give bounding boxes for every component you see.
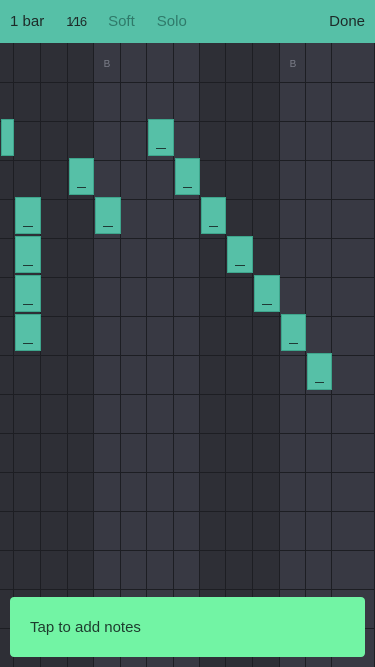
grid-row-divider (0, 511, 375, 512)
grid-row-divider (0, 550, 375, 551)
hint-toast: Tap to add notes (10, 597, 365, 657)
solo-toggle[interactable]: Solo (157, 13, 187, 30)
step-resolution-button[interactable]: 1⁄16 (66, 14, 87, 29)
grid-row-divider (0, 316, 375, 317)
note-grid[interactable]: BB (0, 43, 375, 667)
toolbar: 1 bar 1⁄16 Soft Solo Done (0, 0, 375, 43)
note-cell[interactable] (15, 314, 41, 351)
grid-row-divider (0, 433, 375, 434)
beat-marker: B (289, 59, 297, 70)
grid-row-divider (0, 589, 375, 590)
beat-marker: B (103, 59, 111, 70)
done-button[interactable]: Done (329, 13, 365, 30)
note-cell[interactable] (307, 353, 332, 390)
note-cell[interactable] (254, 275, 280, 312)
grid-row-divider (0, 394, 375, 395)
step-sequencer-screen: 1 bar 1⁄16 Soft Solo Done BB Tap to add … (0, 0, 375, 667)
grid-row-divider (0, 277, 375, 278)
grid-row-divider (0, 121, 375, 122)
note-cell[interactable] (148, 119, 174, 156)
note-cell[interactable] (69, 158, 94, 195)
bar-length-button[interactable]: 1 bar (10, 13, 44, 30)
note-cell[interactable] (281, 314, 306, 351)
note-cell[interactable] (15, 236, 41, 273)
note-cell[interactable] (175, 158, 200, 195)
note-cell[interactable] (201, 197, 226, 234)
grid-row-divider (0, 472, 375, 473)
note-cell[interactable] (1, 119, 14, 156)
hint-message: Tap to add notes (30, 618, 141, 636)
note-cell[interactable] (95, 197, 121, 234)
note-cell[interactable] (15, 275, 41, 312)
note-cell[interactable] (227, 236, 253, 273)
note-cell[interactable] (15, 197, 41, 234)
soft-toggle[interactable]: Soft (108, 13, 135, 30)
grid-row-divider (0, 199, 375, 200)
grid-row-divider (0, 82, 375, 83)
grid-row-divider (0, 238, 375, 239)
